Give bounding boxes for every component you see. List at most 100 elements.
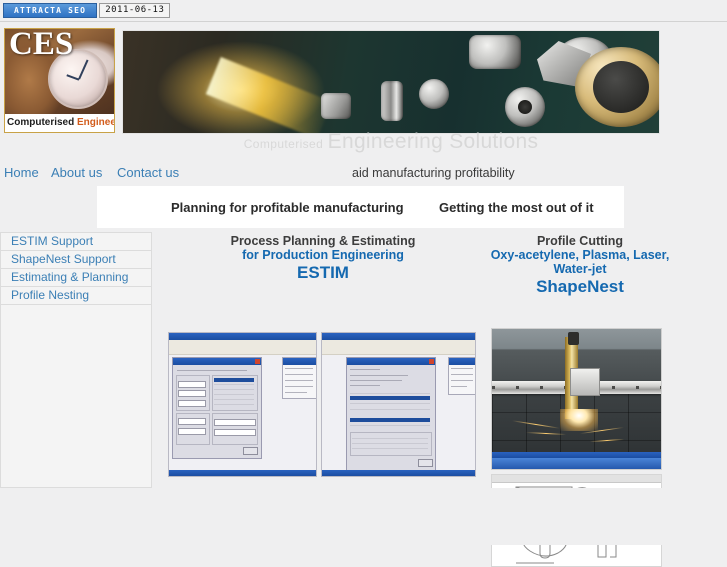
app-dialog-button [418, 459, 433, 467]
logo-initials: CES [9, 28, 74, 62]
app-table-row [350, 403, 430, 404]
right-heading-primary: Profile Cutting [536, 234, 624, 248]
app-text-line [350, 380, 402, 381]
app-text-line [285, 368, 313, 369]
app-table-row [352, 438, 428, 439]
plasma-cutting-photo[interactable] [491, 328, 662, 470]
center-product-name: ESTIM [297, 263, 349, 282]
cad-toolbar [492, 475, 661, 483]
app-field [178, 428, 206, 435]
center-column: Process Planning & Estimating for Produc… [168, 234, 478, 283]
close-icon [255, 359, 260, 364]
app-dialog-titlebar [347, 358, 435, 365]
attracta-seo-date: 2011-06-13 [99, 3, 171, 18]
app-dialog-titlebar [173, 358, 261, 365]
app-toolbar [169, 346, 316, 355]
app-text-line [451, 380, 473, 381]
app-text-line [350, 385, 380, 386]
app-text-line [285, 386, 313, 387]
app-panel-titlebar [449, 358, 475, 365]
main-navigation: Home About us Contact us aid manufacturi… [0, 162, 727, 188]
estim-screenshot-1[interactable] [168, 332, 317, 477]
app-text-line [451, 386, 467, 387]
app-table-row [352, 448, 428, 449]
right-column: Profile Cutting Oxy-acetylene, Plasma, L… [480, 234, 680, 297]
app-field [214, 419, 256, 426]
headline-box: Planning for profitable manufacturing Ge… [97, 186, 624, 228]
torch-cap [568, 331, 580, 345]
headline-right: Getting the most out of it [439, 200, 594, 215]
app-text-line [350, 369, 380, 370]
banner-part-bush [381, 81, 403, 121]
logo-caption: Computerised Engineering [5, 114, 114, 132]
sidebar-item-estimating-planning[interactable]: Estimating & Planning [1, 269, 151, 287]
app-field [214, 429, 256, 436]
app-field [178, 418, 206, 425]
nav-item-about-us[interactable]: About us [51, 165, 102, 180]
banner-part-collet [469, 35, 521, 69]
close-icon [429, 359, 434, 364]
sidebar-item-shapenest-support[interactable]: ShapeNest Support [1, 251, 151, 269]
app-text-line [451, 368, 473, 369]
nav-item-home[interactable]: Home [4, 165, 39, 180]
page-canvas: CES Computerised Engineering Computerise… [0, 22, 727, 567]
nav-item-contact-us[interactable]: Contact us [117, 165, 179, 180]
estim-screenshot-2[interactable] [321, 332, 476, 477]
app-panel-titlebar [283, 358, 316, 365]
app-titlebar [322, 333, 475, 340]
app-statusbar [169, 470, 316, 476]
site-logo[interactable]: CES Computerised Engineering [4, 28, 115, 133]
app-field [178, 400, 206, 407]
hero-banner-image [122, 30, 660, 134]
torch-head [569, 368, 600, 397]
logo-caption-primary: Computerised [7, 117, 75, 128]
app-list-row [214, 389, 254, 390]
app-text-line [350, 375, 408, 376]
banner-part-block [321, 93, 351, 119]
nav-strapline: aid manufacturing profitability [352, 166, 515, 180]
embedded-taskbar [492, 458, 661, 469]
center-heading-secondary: for Production Engineering [242, 248, 404, 262]
app-text-line [177, 370, 247, 371]
app-titlebar [169, 333, 316, 340]
app-list-row-selected [214, 378, 254, 382]
headline-left: Planning for profitable manufacturing [171, 200, 404, 215]
app-table-row [352, 443, 428, 444]
app-text-line [285, 374, 313, 375]
sidebar-item-estim-support[interactable]: ESTIM Support [1, 233, 151, 251]
app-table-row [350, 409, 430, 410]
app-table-row [350, 425, 430, 426]
banner-tagline: Computerised Engineering Solutions [122, 130, 660, 154]
app-table-header-rule [350, 393, 430, 394]
banner-part-brass-ring [575, 47, 659, 127]
right-heading-secondary: Oxy-acetylene, Plasma, Laser, Water-jet [490, 248, 670, 276]
app-dialog-button [243, 447, 258, 455]
app-statusbar [322, 470, 475, 476]
sidebar-menu: ESTIM Support ShapeNest Support Estimati… [0, 232, 152, 488]
app-toolbar [322, 346, 475, 355]
footer-space [0, 488, 727, 545]
center-heading-primary: Process Planning & Estimating [230, 234, 416, 248]
app-text-line [451, 374, 473, 375]
right-product-name: ShapeNest [536, 277, 624, 296]
cutting-flare [559, 408, 598, 431]
app-results-grid [350, 432, 432, 456]
app-list-row [214, 394, 254, 395]
app-text-line [285, 392, 307, 393]
app-table-row-selected [350, 418, 430, 422]
app-table-row-selected [350, 396, 430, 400]
attracta-seo-bar: ATTRACTA SEO 2011-06-13 [0, 0, 727, 22]
app-field [178, 390, 206, 397]
app-list-row [214, 404, 254, 405]
attracta-seo-badge[interactable]: ATTRACTA SEO [3, 3, 98, 18]
app-list-row [214, 399, 254, 400]
app-text-line [285, 380, 313, 381]
sidebar-item-profile-nesting[interactable]: Profile Nesting [1, 287, 151, 305]
banner-tagline-large: Engineering Solutions [327, 130, 539, 153]
banner-part-ring [419, 79, 449, 109]
banner-tagline-small: Computerised [243, 137, 324, 151]
app-field [178, 381, 206, 388]
banner-part-bearing [505, 87, 545, 127]
app-list-row [214, 384, 254, 385]
logo-caption-accent: Engineering [77, 117, 114, 128]
